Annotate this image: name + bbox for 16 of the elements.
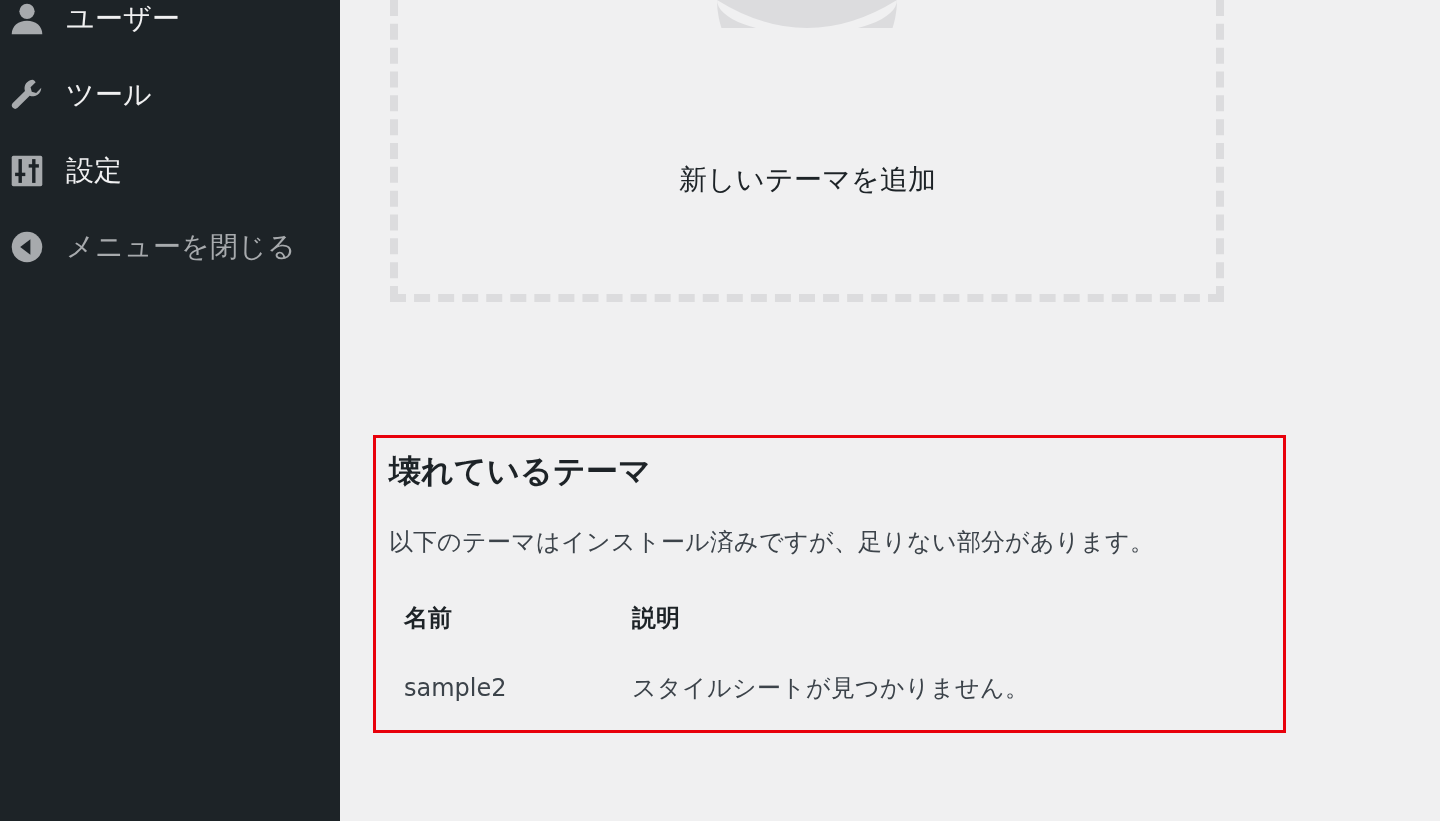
table-cell-text: スタイルシートが見つかりません。: [632, 673, 1029, 705]
add-theme-label: 新しいテーマを追加: [678, 162, 936, 198]
sliders-icon: [10, 154, 44, 188]
user-icon: [10, 2, 44, 36]
add-theme-tile[interactable]: 新しいテーマを追加: [390, 0, 1224, 302]
wrench-icon: [10, 78, 44, 112]
collapse-icon: [10, 230, 44, 264]
sidebar-item[interactable]: ツール: [0, 57, 340, 133]
column-header: 説明: [632, 603, 680, 635]
table-cell-text: sample2: [404, 673, 508, 705]
collapse-menu-button[interactable]: メニューを閉じる: [0, 209, 340, 285]
sidebar-item[interactable]: 設定: [0, 133, 340, 209]
section-description: 以下のテーマはインストール済みですが、足りない部分があります。: [389, 527, 1155, 559]
sidebar-item[interactable]: ユーザー: [0, 0, 340, 57]
section-heading: 壊れているテーマ: [389, 452, 652, 491]
column-header: 名前: [404, 603, 453, 635]
